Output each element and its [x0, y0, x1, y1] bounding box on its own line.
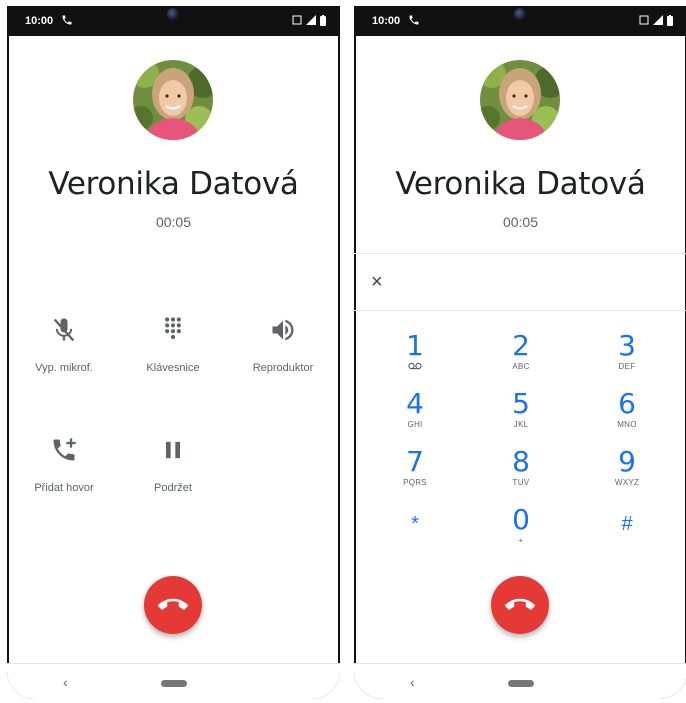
key-digit: 5 [512, 387, 530, 420]
key-letters: MNO [617, 420, 637, 429]
call-timer: 00:05 [155, 214, 192, 230]
signal-icon [653, 15, 663, 25]
hang-up-icon [158, 598, 188, 610]
key-digit: 8 [512, 445, 530, 478]
caller-avatar [480, 60, 560, 140]
caller-name: Veronika Datová [395, 166, 646, 202]
key-hash[interactable]: # [597, 510, 657, 538]
speaker-icon [272, 319, 294, 341]
key-4[interactable]: 4 GHI [385, 387, 445, 430]
caller-avatar [133, 60, 213, 140]
add-call-icon [53, 438, 76, 461]
key-0[interactable]: 0 + [491, 503, 551, 546]
pause-icon [166, 441, 180, 459]
key-letters: + [518, 536, 524, 545]
close-dialpad-button[interactable]: × [371, 272, 383, 292]
key-letters: WXYZ [614, 478, 640, 487]
phone-call-icon [62, 15, 72, 25]
voicemail-icon [408, 362, 422, 370]
key-digit: * [411, 513, 419, 535]
key-digit: 3 [618, 329, 636, 362]
navigation-bar: ‹ [7, 663, 340, 699]
mic-off-icon [53, 318, 75, 342]
key-9[interactable]: 9 WXYZ [597, 445, 657, 488]
key-letters: TUV [512, 478, 530, 487]
back-button[interactable]: ‹ [63, 674, 68, 690]
back-button[interactable]: ‹ [410, 674, 415, 690]
front-camera [167, 8, 179, 20]
front-camera [514, 8, 526, 20]
keypad-label: Klávesnice [146, 362, 200, 374]
key-1[interactable]: 1 [385, 332, 445, 370]
key-digit: 9 [618, 445, 636, 478]
phone-call-icon [409, 15, 419, 25]
key-letters: DEF [618, 362, 636, 371]
keypad-button[interactable]: Klávesnice [118, 316, 228, 374]
key-digit: 7 [406, 445, 424, 478]
add-call-label: Přidat hovor [34, 482, 94, 494]
status-time: 10:00 [372, 15, 401, 27]
call-timer: 00:05 [502, 214, 539, 230]
nfc-icon [292, 15, 302, 25]
key-digit: 2 [512, 329, 530, 362]
key-3[interactable]: 3 DEF [597, 329, 657, 372]
status-bar: 10:00 [354, 6, 686, 36]
key-6[interactable]: 6 MNO [597, 387, 657, 430]
hang-up-icon [505, 598, 535, 610]
divider [354, 310, 686, 311]
key-digit: # [621, 513, 633, 535]
hold-button[interactable]: Podržet [118, 436, 228, 494]
speaker-button[interactable]: Reproduktor [228, 316, 338, 374]
key-star[interactable]: * [385, 510, 445, 538]
key-letters: GHI [407, 420, 423, 429]
key-letters: ABC [512, 362, 530, 371]
nfc-icon [639, 15, 649, 25]
add-call-button[interactable]: Přidat hovor [9, 436, 119, 494]
mute-button[interactable]: Vyp. mikrof. [9, 316, 119, 374]
dialpad-screen: 10:00 Veronika Datová 00:05 × 1 2 ABC 3 … [354, 6, 686, 699]
key-letters: JKL [513, 420, 529, 429]
caller-name: Veronika Datová [48, 166, 299, 202]
battery-icon [320, 14, 326, 26]
key-8[interactable]: 8 TUV [491, 445, 551, 488]
speaker-label: Reproduktor [252, 362, 314, 374]
home-button[interactable] [508, 680, 534, 687]
key-2[interactable]: 2 ABC [491, 329, 551, 372]
mute-label: Vyp. mikrof. [35, 362, 93, 374]
signal-icon [306, 15, 316, 25]
key-digit: 4 [406, 387, 424, 420]
status-bar: 10:00 [7, 6, 340, 36]
hold-label: Podržet [154, 482, 192, 494]
home-button[interactable] [161, 680, 187, 687]
dialpad-icon [165, 317, 181, 340]
navigation-bar: ‹ [354, 663, 686, 699]
divider [354, 253, 686, 254]
key-digit: 0 [512, 503, 530, 536]
status-time: 10:00 [25, 15, 54, 27]
end-call-button[interactable] [491, 576, 549, 634]
battery-icon [667, 14, 673, 26]
key-digit: 6 [618, 387, 636, 420]
key-7[interactable]: 7 PQRS [385, 445, 445, 488]
key-letters: PQRS [403, 478, 427, 487]
key-digit: 1 [406, 329, 424, 362]
in-call-screen: 10:00 Veronika Datová 00:05 Vyp. mikrof. [7, 6, 340, 699]
end-call-button[interactable] [144, 576, 202, 634]
key-5[interactable]: 5 JKL [491, 387, 551, 430]
